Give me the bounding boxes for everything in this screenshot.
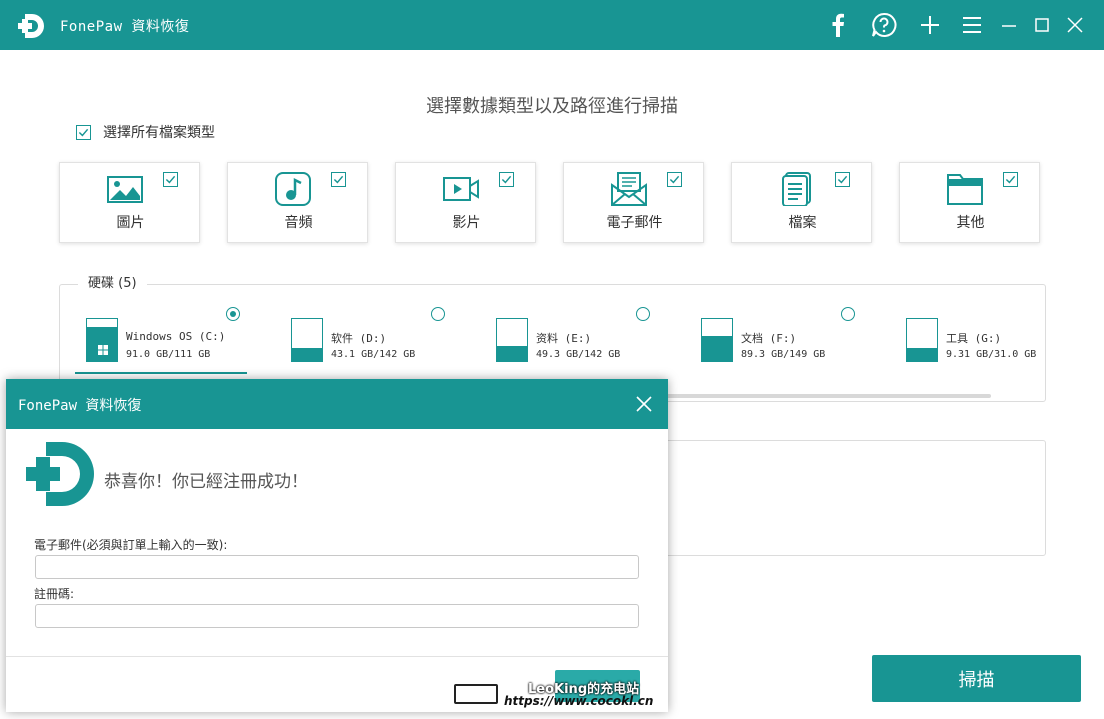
maximize-icon: [1035, 18, 1049, 32]
type-card-video[interactable]: 影片: [395, 162, 536, 243]
dialog-logo-icon: [26, 442, 94, 506]
minimize-button[interactable]: [994, 10, 1024, 40]
disk-scrollbar[interactable]: [666, 394, 991, 398]
disk-size: 43.1 GB/142 GB: [331, 349, 416, 360]
disk-usage-bar: [497, 346, 527, 361]
title-bar: FonePaw 資料恢復: [0, 0, 1104, 50]
menu-icon: [963, 17, 981, 33]
selected-disk-underline: [75, 372, 247, 374]
dialog-title: FonePaw 資料恢復: [18, 398, 142, 414]
type-label: 其他: [956, 215, 985, 231]
email-field[interactable]: [35, 555, 639, 579]
drive-icon: [496, 318, 528, 362]
watermark-line2: https://www.cocokl.cn: [504, 694, 654, 708]
check-icon: [501, 175, 512, 184]
images-check[interactable]: [163, 172, 178, 187]
disk-item-g[interactable]: 工具 (G:) 9.31 GB/31.0 GB: [906, 318, 1041, 364]
type-label: 檔案: [788, 215, 817, 231]
disk-item-c[interactable]: Windows OS (C:) 91.0 GB/111 GB: [86, 318, 246, 364]
documents-check[interactable]: [835, 172, 850, 187]
maximize-button[interactable]: [1027, 10, 1057, 40]
minimize-icon: [1002, 25, 1016, 27]
registration-code-field[interactable]: [35, 604, 639, 628]
facebook-icon: [832, 13, 844, 37]
email-label: 電子郵件(必須與訂單上輸入的一致):: [34, 538, 228, 552]
others-check[interactable]: [1003, 172, 1018, 187]
email-check[interactable]: [667, 172, 682, 187]
disk-size: 89.3 GB/149 GB: [741, 349, 826, 360]
drive-icon: [701, 318, 733, 362]
disk-size: 49.3 GB/142 GB: [536, 349, 621, 360]
check-icon: [165, 175, 176, 184]
dialog-divider: [6, 656, 668, 657]
disk-name: 文档 (F:): [741, 332, 797, 345]
email-icon: [611, 172, 647, 206]
plus-icon: [921, 16, 939, 34]
video-icon: [443, 177, 479, 201]
dialog-header: FonePaw 資料恢復: [6, 379, 668, 429]
disk-usage-bar: [702, 335, 732, 361]
audio-check[interactable]: [331, 172, 346, 187]
disk-name: 软件 (D:): [331, 332, 387, 345]
type-card-documents[interactable]: 檔案: [731, 162, 872, 243]
check-icon: [669, 175, 680, 184]
disk-name: 工具 (G:): [946, 332, 1002, 345]
select-all-label: 選擇所有檔案類型: [103, 125, 215, 141]
document-icon: [782, 172, 811, 206]
help-button[interactable]: [869, 10, 899, 40]
type-label: 音頻: [284, 215, 313, 231]
close-icon: [1067, 17, 1083, 33]
check-icon: [78, 128, 89, 137]
menu-button[interactable]: [957, 10, 987, 40]
phone-icon: [454, 684, 498, 704]
drive-icon: [906, 318, 938, 362]
video-check[interactable]: [499, 172, 514, 187]
type-card-images[interactable]: 圖片: [59, 162, 200, 243]
type-card-email[interactable]: 電子郵件: [563, 162, 704, 243]
disk-name: 资料 (E:): [536, 332, 592, 345]
add-button[interactable]: [915, 10, 945, 40]
type-label: 影片: [452, 215, 481, 231]
windows-drive-icon: [86, 318, 118, 362]
code-label: 註冊碼:: [34, 587, 75, 601]
disk-item-f[interactable]: 文档 (F:) 89.3 GB/149 GB: [701, 318, 861, 364]
help-icon: [872, 12, 897, 37]
check-icon: [1005, 175, 1016, 184]
disk-usage-bar: [907, 348, 937, 361]
close-button[interactable]: [1060, 10, 1090, 40]
dialog-close-icon[interactable]: [634, 394, 654, 414]
disk-item-d[interactable]: 软件 (D:) 43.1 GB/142 GB: [291, 318, 451, 364]
check-icon: [837, 175, 848, 184]
success-message: 恭喜你！你已經注冊成功！: [104, 472, 308, 492]
type-label: 電子郵件: [606, 215, 663, 231]
scan-button[interactable]: 掃描: [872, 655, 1081, 702]
registration-dialog: FonePaw 資料恢復 恭喜你！你已經注冊成功！ 電子郵件(必須與訂單上輸入的…: [6, 379, 668, 712]
app-logo-icon: [18, 14, 44, 38]
disk-name: Windows OS (C:): [126, 330, 226, 343]
disk-usage-bar: [292, 348, 322, 361]
windows-logo-icon: [98, 345, 108, 355]
watermark: LeoKing的充电站 https://www.cocokl.cn: [454, 678, 684, 714]
type-label: 圖片: [116, 215, 145, 231]
disk-legend: 硬碟 (5): [78, 272, 147, 291]
main-heading: 選擇數據類型以及路徑進行掃描: [426, 96, 678, 117]
app-title: FonePaw 資料恢復: [60, 19, 190, 35]
folder-icon: [947, 174, 983, 205]
disk-item-e[interactable]: 资料 (E:) 49.3 GB/142 GB: [496, 318, 656, 364]
type-card-audio[interactable]: 音頻: [227, 162, 368, 243]
disk-size: 9.31 GB/31.0 GB: [946, 349, 1037, 360]
music-icon: [275, 172, 311, 206]
image-icon: [107, 176, 143, 203]
disk-size: 91.0 GB/111 GB: [126, 349, 211, 360]
select-all-checkbox[interactable]: 選擇所有檔案類型: [76, 122, 215, 142]
disk-usage-bar: [87, 326, 117, 361]
check-icon: [333, 175, 344, 184]
drive-icon: [291, 318, 323, 362]
facebook-button[interactable]: [823, 10, 853, 40]
select-all-check[interactable]: [76, 124, 91, 140]
type-card-others[interactable]: 其他: [899, 162, 1040, 243]
location-panel: [640, 440, 1046, 556]
